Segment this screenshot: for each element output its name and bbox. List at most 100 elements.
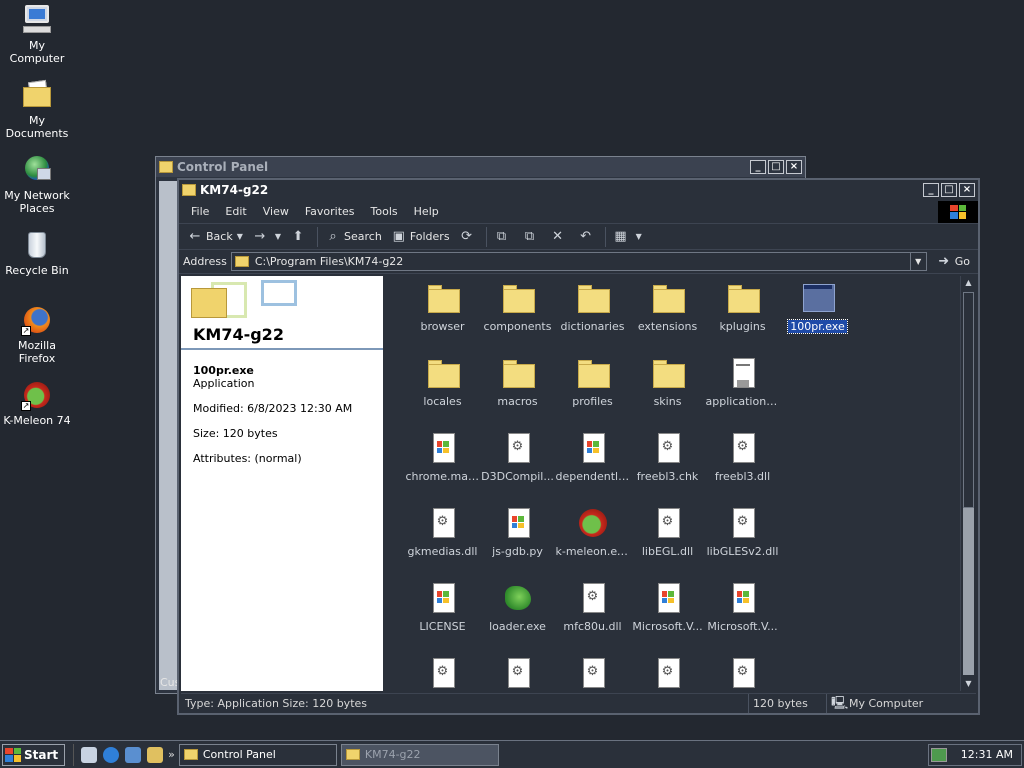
- text-lines-icon: [735, 364, 750, 380]
- folder-item[interactable]: extensions: [630, 282, 705, 357]
- taskbar-button-control-panel[interactable]: Control Panel: [178, 743, 337, 766]
- scroll-down-button[interactable]: ▼: [961, 677, 976, 691]
- file-item[interactable]: LICENSE: [405, 582, 480, 657]
- folder-item[interactable]: skins: [630, 357, 705, 432]
- up-button[interactable]: ⬆: [286, 226, 314, 248]
- minimize-button[interactable]: _: [750, 160, 766, 174]
- undo-icon: ↶: [580, 228, 592, 244]
- control-panel-titlebar[interactable]: Control Panel _ □ ×: [156, 157, 805, 177]
- desktop-icon-my-documents[interactable]: My Documents: [0, 79, 74, 140]
- forward-button[interactable]: → ▼: [248, 226, 286, 248]
- desktop-icon-recycle-bin[interactable]: Recycle Bin: [0, 229, 74, 277]
- file-item[interactable]: 100pr.exe: [780, 282, 855, 357]
- desktop-icon-label: My Network Places: [4, 189, 70, 215]
- maximize-button[interactable]: □: [768, 160, 784, 174]
- folder-item[interactable]: macros: [480, 357, 555, 432]
- dll-file-icon: ⚙: [652, 657, 684, 689]
- item-label: macros: [497, 395, 538, 408]
- file-item[interactable]: ⚙ freebl3.dll: [705, 432, 780, 507]
- folder-item[interactable]: profiles: [555, 357, 630, 432]
- internet-explorer-icon[interactable]: [103, 746, 120, 763]
- desktop-icon-label: My Documents: [5, 114, 69, 140]
- details-pane: KM74-g22 100pr.exe Application Modified:…: [181, 276, 383, 691]
- file-item[interactable]: ⚙ gkmedias.dll: [405, 507, 480, 582]
- file-item[interactable]: Microsoft.V...: [630, 582, 705, 657]
- taskbar-button-km74-g22[interactable]: KM74-g22: [340, 743, 499, 766]
- folder-item[interactable]: locales: [405, 357, 480, 432]
- start-button[interactable]: Start: [2, 743, 66, 766]
- scroll-up-button[interactable]: ▲: [961, 276, 976, 290]
- selected-file-name: 100pr.exe: [193, 364, 254, 377]
- maximize-button[interactable]: □: [941, 183, 957, 197]
- folder-item[interactable]: components: [480, 282, 555, 357]
- copy-to-button[interactable]: ⧉: [518, 226, 546, 248]
- file-item[interactable]: ⚙ mfc80u.dll: [555, 582, 630, 657]
- history-button[interactable]: ⟳: [455, 226, 483, 248]
- windows-flag-icon: [436, 591, 449, 603]
- file-item[interactable]: ⚙ D3DCompil...: [480, 432, 555, 507]
- file-item[interactable]: js-gdb.py: [480, 507, 555, 582]
- application-window-icon: [802, 282, 835, 314]
- network-icon: [21, 154, 53, 186]
- folder-item[interactable]: browser: [405, 282, 480, 357]
- file-item[interactable]: ⚙ freebl3.chk: [630, 432, 705, 507]
- chevron-right-icon[interactable]: »: [168, 748, 175, 761]
- gear-icon: ⚙: [661, 439, 674, 454]
- file-item[interactable]: chrome.man...: [405, 432, 480, 507]
- system-tray: 12:31 AM: [928, 743, 1022, 766]
- scroll-track[interactable]: [963, 508, 974, 675]
- explorer-titlebar[interactable]: KM74-g22 _ □ ×: [179, 180, 978, 200]
- scroll-thumb[interactable]: [963, 292, 974, 508]
- minimize-button[interactable]: _: [923, 183, 939, 197]
- file-item[interactable]: k-meleon.exe: [555, 507, 630, 582]
- desktop-icon-my-computer[interactable]: My Computer: [0, 4, 74, 65]
- file-item[interactable]: Microsoft.V...: [705, 582, 780, 657]
- menu-edit[interactable]: Edit: [217, 205, 254, 218]
- vertical-scrollbar[interactable]: ▲ ▼: [960, 276, 976, 691]
- file-item[interactable]: loader.exe: [480, 582, 555, 657]
- folders-button[interactable]: ▣ Folders: [387, 226, 455, 248]
- views-button[interactable]: ▦ ▼: [609, 226, 647, 248]
- tray-network-icon[interactable]: [930, 747, 947, 762]
- outlook-icon[interactable]: [125, 746, 142, 763]
- folder-item[interactable]: kplugins: [705, 282, 780, 357]
- windows-flag-icon: [5, 747, 21, 762]
- item-label: profiles: [572, 395, 613, 408]
- item-label: dependentli...: [555, 470, 630, 483]
- standard-toolbar: ← Back ▼ → ▼ ⬆ ⌕ Search ▣ Folders ⟳ ⧉ ⧉ ✕ ↶ ▦…: [179, 224, 978, 250]
- explorer-search-icon[interactable]: [147, 746, 164, 763]
- show-desktop-icon[interactable]: [81, 746, 98, 763]
- menu-file[interactable]: File: [183, 205, 217, 218]
- close-button[interactable]: ×: [959, 183, 975, 197]
- delete-button[interactable]: ✕: [546, 226, 574, 248]
- desktop-icon-my-network-places[interactable]: My Network Places: [0, 154, 74, 215]
- menu-favorites[interactable]: Favorites: [297, 205, 363, 218]
- quick-launch: »: [73, 743, 175, 766]
- explorer-window[interactable]: KM74-g22 _ □ × File Edit View Favorites …: [177, 178, 980, 715]
- file-item[interactable]: dependentli...: [555, 432, 630, 507]
- menu-view[interactable]: View: [255, 205, 297, 218]
- menu-tools[interactable]: Tools: [363, 205, 406, 218]
- address-input[interactable]: C:\Program Files\KM74-g22 ▼: [230, 252, 927, 271]
- folder-icon: [427, 357, 460, 389]
- move-to-button[interactable]: ⧉: [490, 226, 518, 248]
- desktop-icon-k-meleon[interactable]: ↗ K-Meleon 74: [0, 379, 74, 427]
- search-button[interactable]: ⌕ Search: [321, 226, 387, 248]
- back-button[interactable]: ← Back ▼: [183, 226, 248, 248]
- desktop-icon-mozilla-firefox[interactable]: ↗ Mozilla Firefox: [0, 304, 74, 365]
- file-item[interactable]: ⚙ libGLESv2.dll: [705, 507, 780, 582]
- undo-button[interactable]: ↶: [574, 226, 602, 248]
- address-dropdown-button[interactable]: ▼: [909, 253, 926, 270]
- item-label: gkmedias.dll: [407, 545, 478, 558]
- go-button[interactable]: ➜ Go: [933, 254, 974, 269]
- item-label: chrome.man...: [405, 470, 480, 483]
- toolbar-separator: [317, 226, 319, 247]
- menu-help[interactable]: Help: [406, 205, 447, 218]
- file-item[interactable]: ⚙ libEGL.dll: [630, 507, 705, 582]
- file-item[interactable]: application.ini: [705, 357, 780, 432]
- file-grid: browser components dictionaries extensions k…: [405, 282, 855, 732]
- close-button[interactable]: ×: [786, 160, 802, 174]
- folder-item[interactable]: dictionaries: [555, 282, 630, 357]
- item-label: Microsoft.V...: [707, 620, 778, 633]
- desktop-icon-label: K-Meleon 74: [3, 414, 71, 427]
